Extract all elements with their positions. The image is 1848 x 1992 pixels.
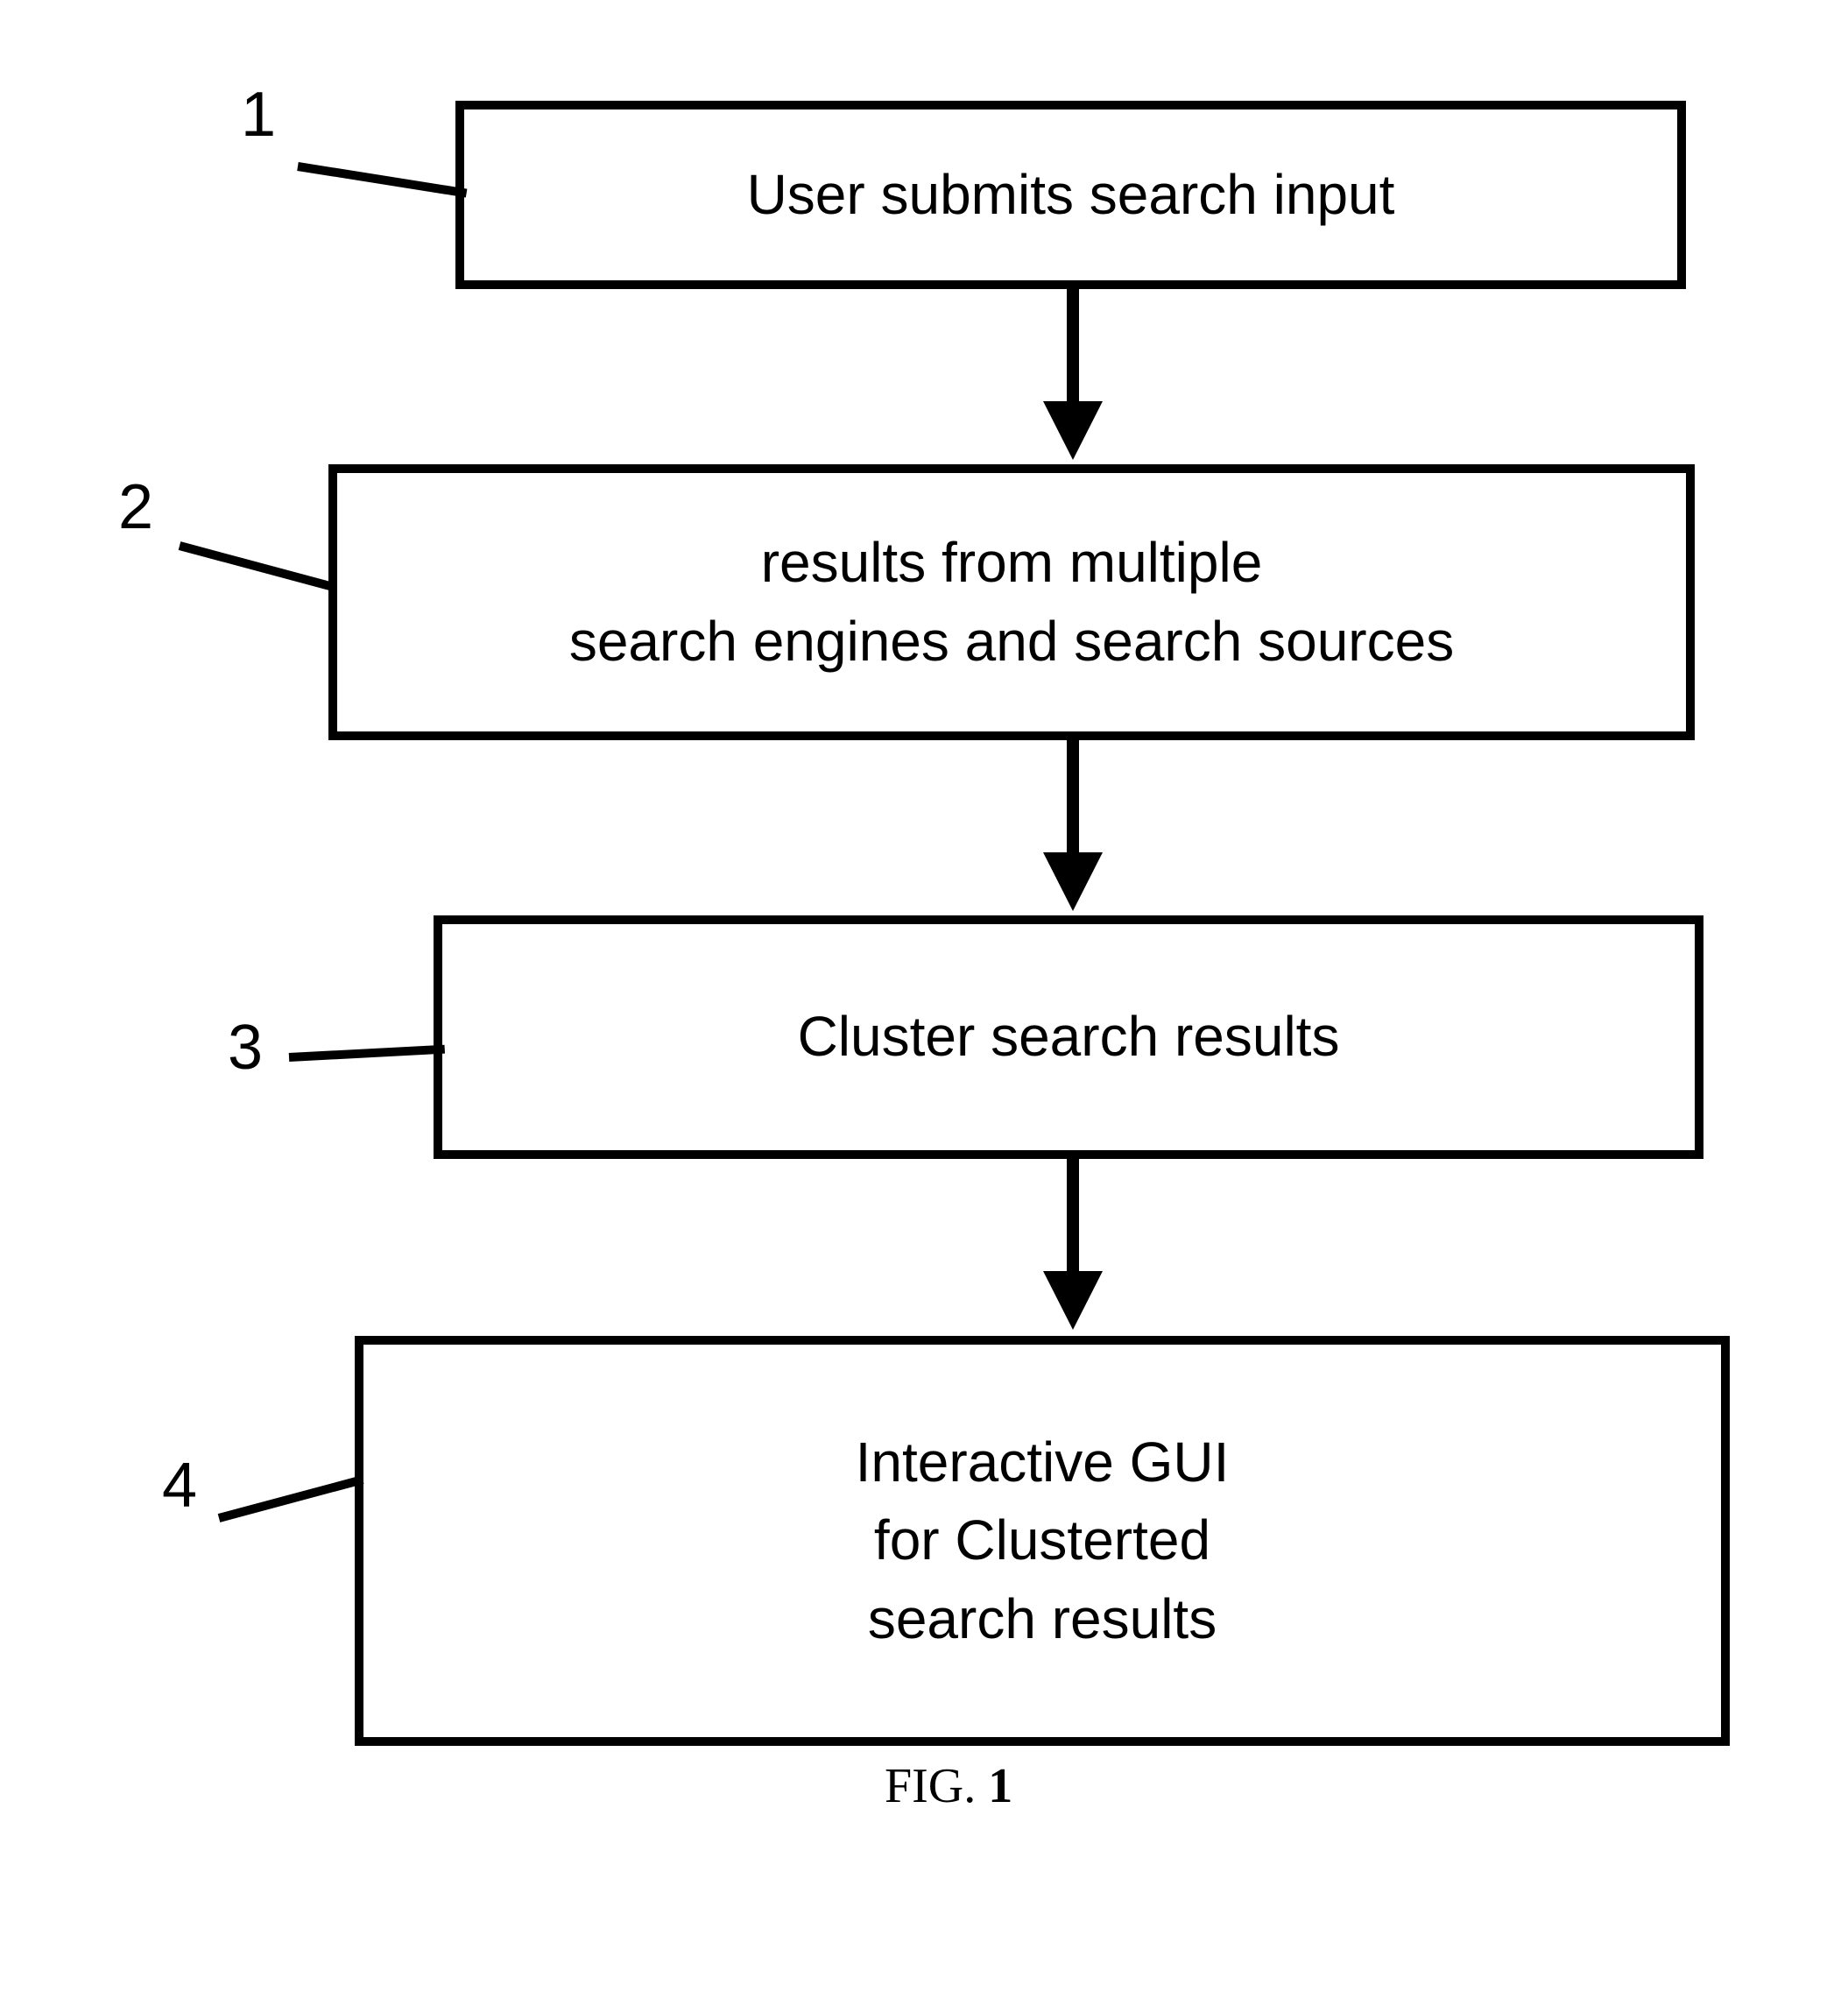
figure-caption-number: 1 — [988, 1759, 1012, 1813]
flow-box-2: results from multiplesearch engines and … — [328, 464, 1695, 740]
figure-caption: FIG. 1 — [885, 1756, 1012, 1814]
flow-leader-3 — [289, 1045, 445, 1062]
flow-leader-4 — [218, 1475, 364, 1522]
flow-label-2: 2 — [118, 471, 153, 543]
flowchart-container: User submits search input 1 results from… — [0, 0, 1848, 1992]
flow-label-3: 3 — [228, 1012, 263, 1084]
flow-box-1-text: User submits search input — [747, 156, 1395, 235]
flow-leader-1 — [297, 162, 467, 197]
figure-caption-prefix: FIG. — [885, 1759, 988, 1813]
flow-box-3: Cluster search results — [434, 915, 1703, 1159]
flow-leader-2 — [179, 541, 337, 592]
flow-box-4-text: Interactive GUIfor Clustertedsearch resu… — [856, 1423, 1230, 1659]
flow-box-2-text: results from multiplesearch engines and … — [569, 524, 1454, 681]
arrow-2-to-3 — [1038, 740, 1108, 915]
flow-box-4: Interactive GUIfor Clustertedsearch resu… — [355, 1336, 1730, 1746]
arrow-3-to-4 — [1038, 1159, 1108, 1334]
flow-label-4: 4 — [162, 1450, 197, 1522]
flow-label-1: 1 — [241, 79, 276, 151]
arrow-1-to-2 — [1038, 289, 1108, 464]
flow-box-1: User submits search input — [455, 101, 1686, 289]
flow-box-3-text: Cluster search results — [798, 998, 1340, 1077]
